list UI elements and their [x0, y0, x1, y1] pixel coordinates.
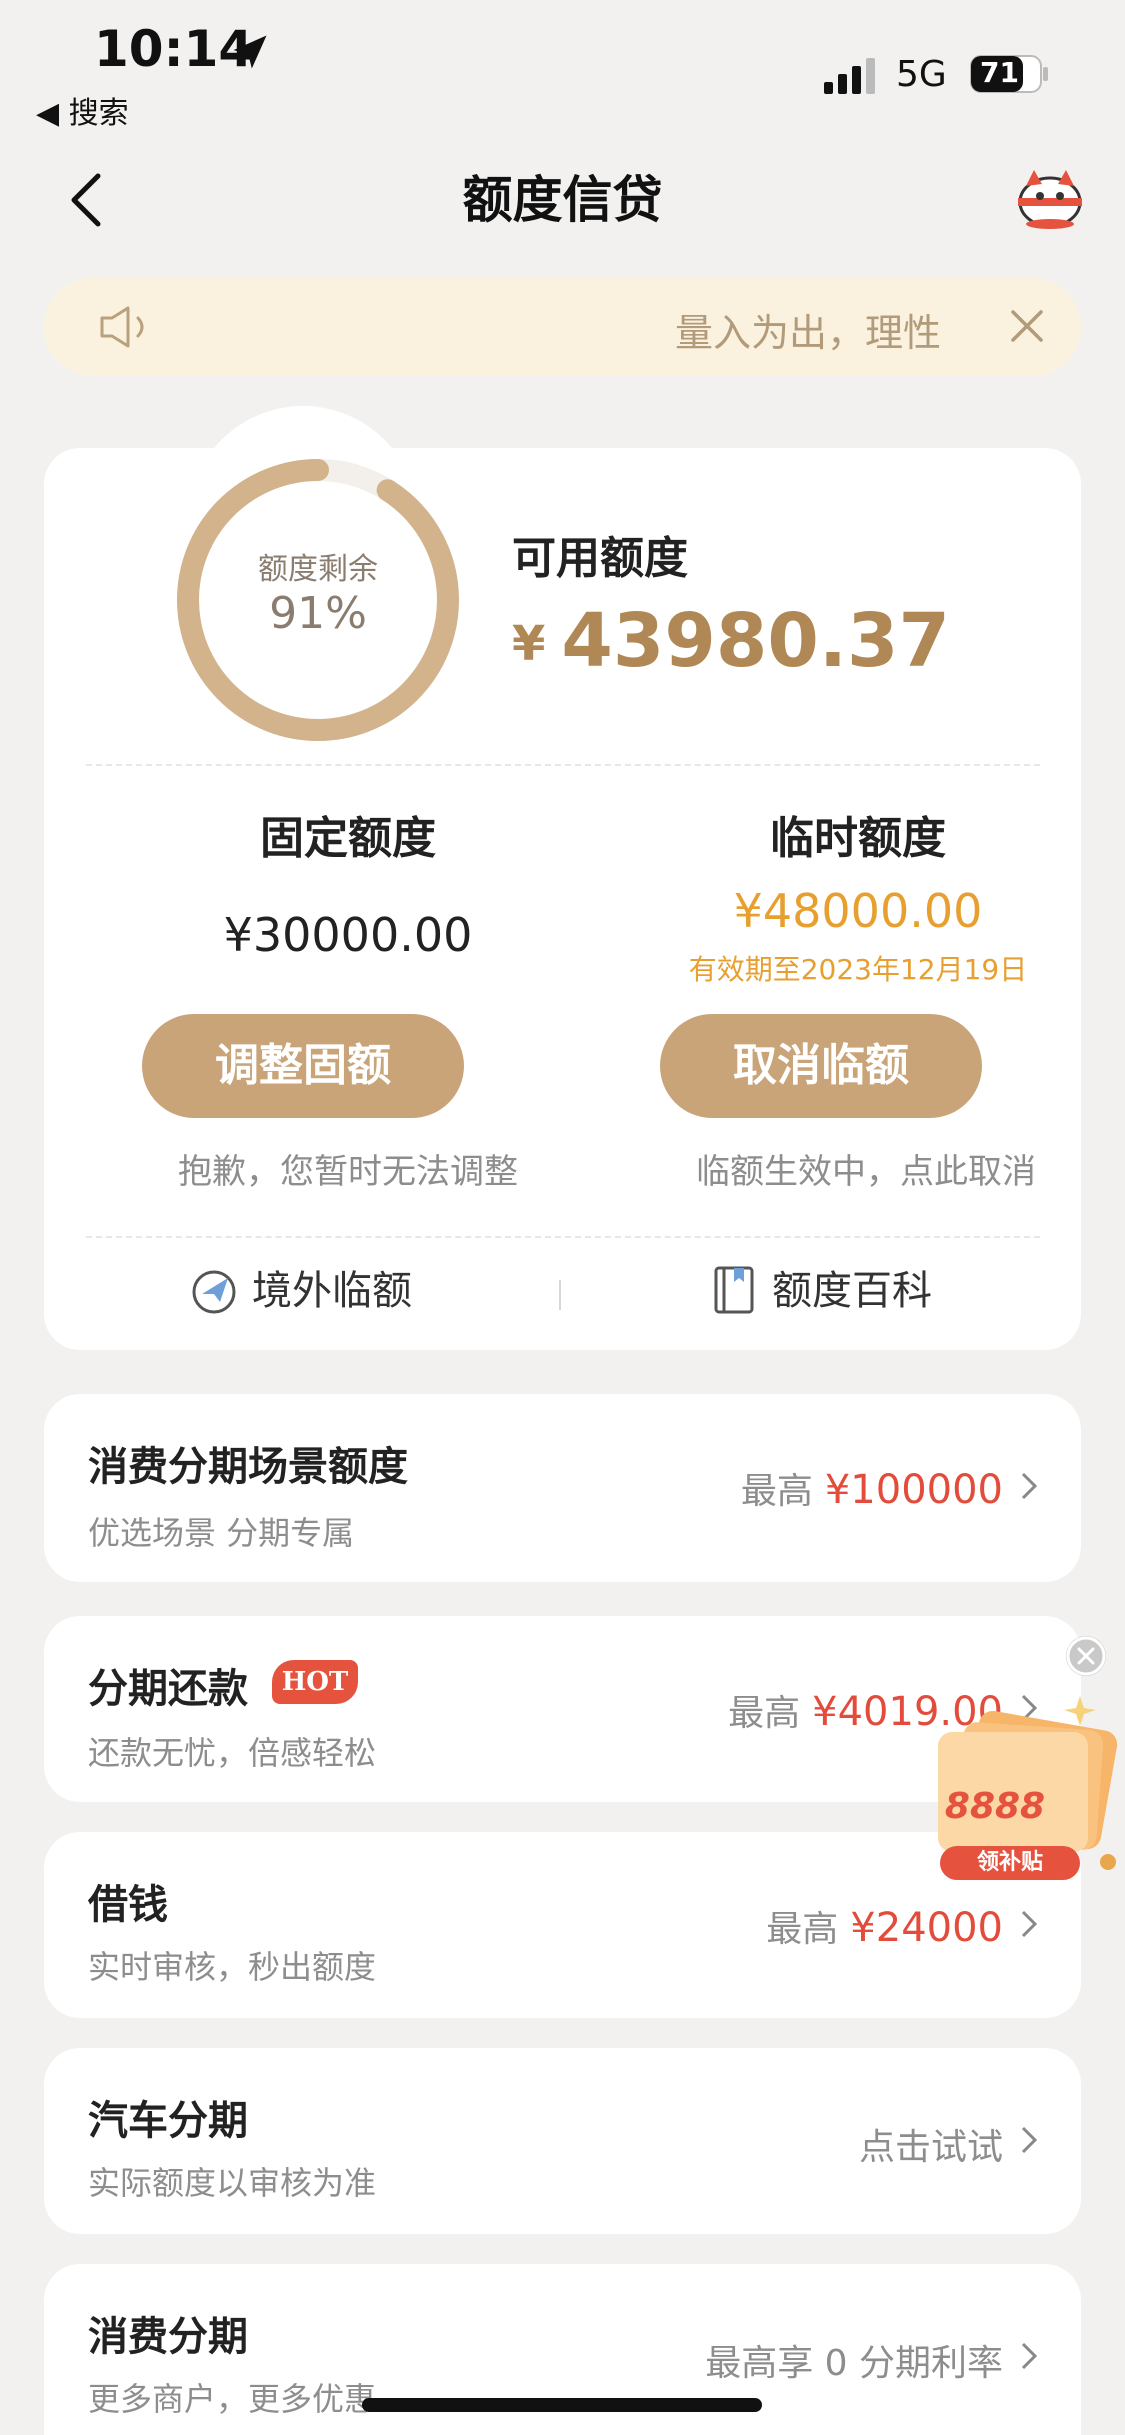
adjust-note: 抱歉，您暂时无法调整: [178, 1152, 518, 1192]
item-value-prefix: 最高: [766, 1909, 839, 1950]
item-value-prefix: 最高: [728, 1693, 801, 1734]
list-item-consumer-scene[interactable]: 消费分期场景额度 优选场景 分期专属 最高 ¥100000: [44, 1394, 1081, 1582]
credit-wiki-label: 额度百科: [772, 1268, 932, 1314]
mascot-icon[interactable]: [1012, 166, 1088, 232]
chevron-right-icon: [1021, 2126, 1038, 2154]
divider: [86, 1236, 1040, 1238]
item-value-prefix: 点击试试: [858, 2127, 1003, 2168]
hot-badge: HOT: [272, 1660, 358, 1704]
item-value: 点击试试: [859, 2118, 1003, 2170]
fixed-label: 固定额度: [260, 813, 436, 864]
home-indicator[interactable]: [362, 2398, 762, 2412]
overseas-temp-label: 境外临额: [252, 1268, 412, 1314]
list-item-borrow[interactable]: 借钱 实时审核，秒出额度 最高 ¥24000: [44, 1832, 1081, 2018]
item-title: 消费分期: [88, 2314, 248, 2360]
fixed-amount: ¥30000.00: [223, 908, 473, 962]
notice-text: 量入为出，理性: [674, 311, 941, 355]
item-value: 最高 ¥100000: [741, 1462, 1003, 1514]
item-title: 消费分期场景额度: [88, 1444, 408, 1490]
item-title: 借钱: [88, 1882, 168, 1928]
item-subtitle: 实时审核，秒出额度: [88, 1948, 377, 1986]
item-value-amount: ¥100000: [824, 1467, 1003, 1513]
currency-symbol: ¥: [512, 616, 546, 672]
book-icon: [714, 1266, 754, 1314]
promo-label[interactable]: 领补贴: [940, 1846, 1080, 1880]
location-arrow-icon: [233, 35, 267, 69]
item-value: 最高享 0 分期利率: [705, 2334, 1003, 2386]
credit-wiki-link[interactable]: 额度百科: [708, 1258, 932, 1316]
list-item-installment-repay[interactable]: 分期还款 HOT 还款无忧，倍感轻松 最高 ¥4019.00: [44, 1616, 1081, 1802]
item-value: 最高 ¥24000: [766, 1900, 1003, 1952]
item-value-prefix: 最高: [740, 1471, 813, 1512]
item-subtitle: 优选场景 分期专属: [88, 1514, 355, 1552]
ring-percent: 91%: [269, 588, 367, 639]
battery-level: 71: [980, 56, 1019, 89]
adjust-fixed-button[interactable]: 调整固额: [142, 1014, 464, 1118]
chevron-right-icon: [1021, 1472, 1038, 1500]
page-title: 额度信贷: [462, 171, 663, 229]
temp-amount: ¥48000.00: [733, 884, 983, 938]
temp-validity: 有效期至2023年12月19日: [688, 953, 1028, 986]
list-item-car-loan[interactable]: 汽车分期 实际额度以审核为准 点击试试: [44, 2048, 1081, 2234]
item-subtitle: 实际额度以审核为准: [88, 2164, 377, 2202]
cellular-signal-icon: [824, 58, 875, 94]
available-amount: ¥43980.37: [512, 598, 950, 684]
temp-label: 临时额度: [770, 813, 946, 864]
item-title: 汽车分期: [88, 2098, 248, 2144]
notice-bar[interactable]: 量入为出，理性: [44, 278, 1081, 376]
overseas-temp-link[interactable]: 境外临额: [188, 1258, 412, 1316]
ring-label: 额度剩余: [258, 552, 378, 587]
speaker-icon: [100, 306, 144, 348]
cancel-note[interactable]: 临额生效中，点此取消: [636, 1144, 1096, 1193]
battery-indicator: 71: [970, 54, 1050, 94]
network-type: 5G: [896, 54, 947, 95]
cancel-temp-button[interactable]: 取消临额: [660, 1014, 982, 1118]
item-title: 分期还款: [88, 1666, 248, 1712]
chevron-right-icon: [1021, 2342, 1038, 2370]
credit-card: 额度剩余 91% 可用额度 ¥43980.37 固定额度 临时额度 ¥30000…: [44, 448, 1081, 1350]
available-label: 可用额度: [512, 533, 688, 584]
item-value-amount: ¥24000: [850, 1905, 1003, 1951]
item-value-prefix: 最高享 0 分期利率: [705, 2343, 1003, 2384]
item-subtitle: 更多商户，更多优惠: [88, 2380, 377, 2418]
chevron-right-icon: [1021, 1910, 1038, 1938]
close-icon[interactable]: [1066, 1636, 1106, 1676]
link-separator: [559, 1280, 561, 1310]
promo-amount-value: 8888: [944, 1786, 1046, 1827]
divider: [86, 764, 1040, 766]
available-value: 43980.37: [561, 598, 950, 684]
close-icon[interactable]: [1007, 306, 1047, 346]
plane-globe-icon: [192, 1270, 236, 1314]
item-subtitle: 还款无忧，倍感轻松: [88, 1734, 377, 1772]
back-to-app-link[interactable]: ◀ 搜索: [36, 88, 129, 132]
